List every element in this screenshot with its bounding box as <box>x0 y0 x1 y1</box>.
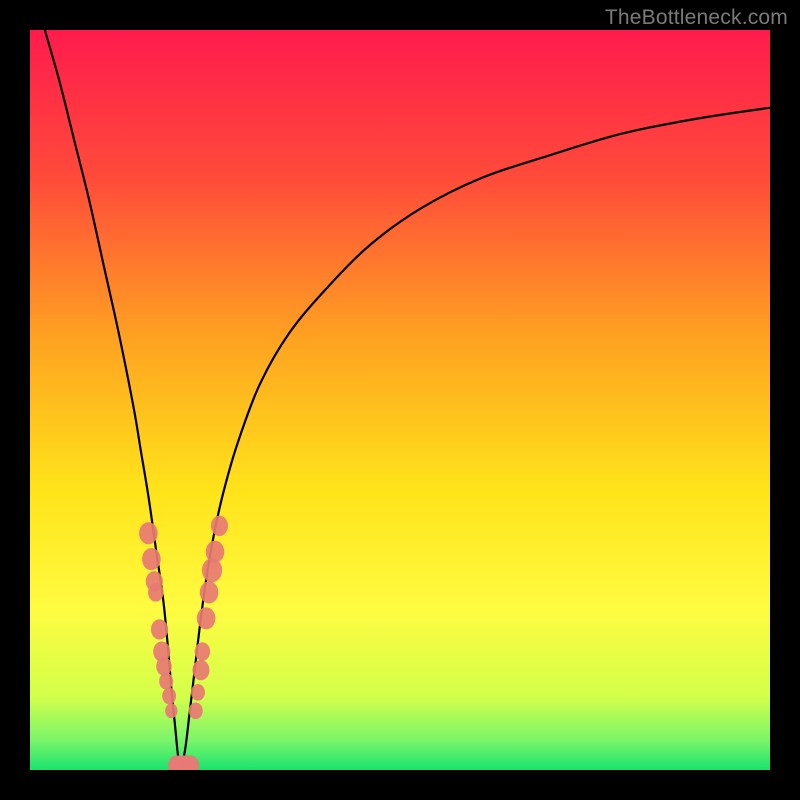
data-marker <box>151 619 168 639</box>
data-marker <box>191 684 205 701</box>
watermark-label: TheBottleneck.com <box>605 6 788 30</box>
data-marker <box>148 583 164 602</box>
data-marker <box>162 688 176 705</box>
data-markers <box>139 516 228 770</box>
data-marker <box>156 657 172 676</box>
data-marker <box>192 660 209 680</box>
chart-frame: TheBottleneck.com <box>0 0 800 800</box>
data-marker <box>206 541 225 563</box>
data-marker <box>142 548 161 570</box>
data-marker <box>195 642 211 661</box>
plot-area <box>30 30 770 770</box>
data-marker <box>159 673 173 690</box>
data-marker <box>165 703 177 718</box>
data-marker <box>211 516 228 536</box>
data-marker <box>139 522 158 544</box>
data-marker <box>197 607 216 629</box>
curve-layer <box>30 30 770 770</box>
data-marker <box>200 581 219 603</box>
right-branch-curve <box>181 108 770 770</box>
data-marker <box>189 702 203 719</box>
